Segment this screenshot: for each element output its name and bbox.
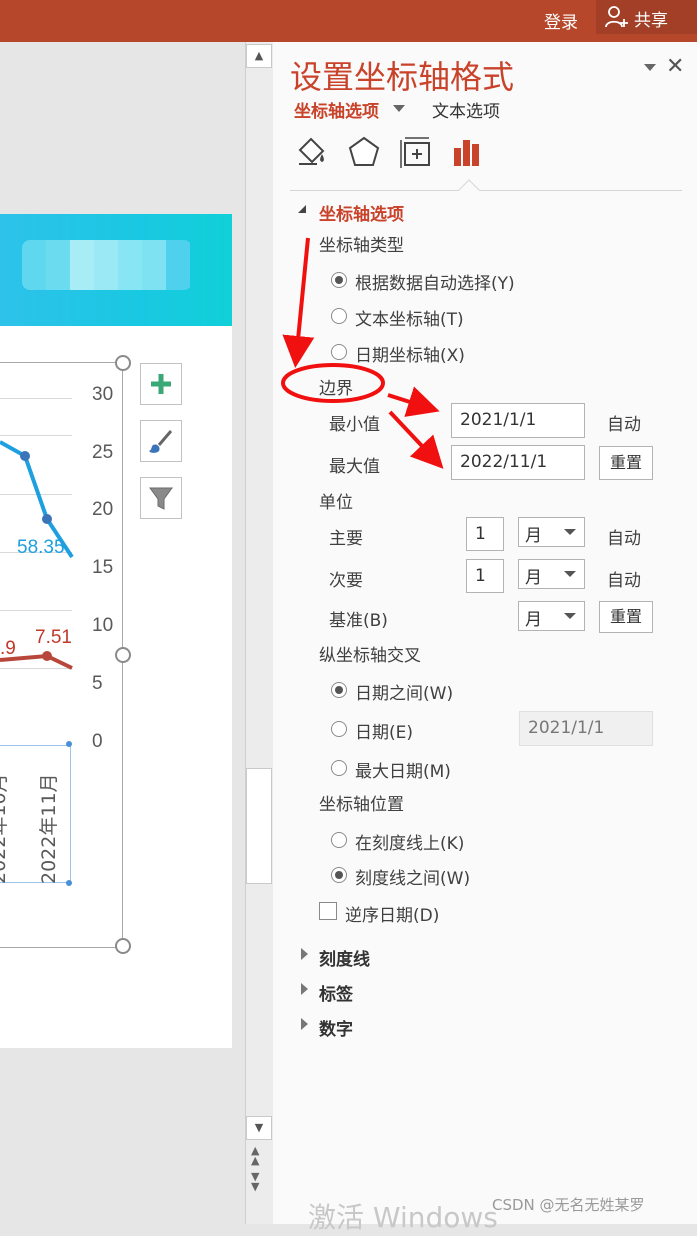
units-label: 单位 bbox=[319, 493, 353, 513]
effects-pentagon-icon[interactable] bbox=[346, 134, 382, 170]
next-slide-icon[interactable]: ▼ ▼ bbox=[251, 1171, 259, 1192]
y-tick: 5 bbox=[92, 673, 103, 694]
max-reset-button[interactable]: 重置 bbox=[599, 446, 653, 480]
chart-filters-button[interactable] bbox=[140, 477, 182, 519]
radio-max-date[interactable] bbox=[331, 760, 347, 776]
section-tick-marks[interactable]: 刻度线 bbox=[319, 945, 370, 970]
major-unit-select[interactable]: 月 bbox=[518, 517, 585, 547]
minor-label: 次要 bbox=[329, 571, 363, 591]
selection-handle[interactable] bbox=[66, 880, 72, 886]
axis-options-bar-chart-icon[interactable] bbox=[450, 134, 486, 170]
reverse-dates-checkbox[interactable] bbox=[319, 902, 337, 920]
radio-at-date[interactable] bbox=[331, 721, 347, 737]
minor-unit-input[interactable]: 1 bbox=[466, 559, 504, 593]
expand-icon[interactable] bbox=[301, 948, 308, 960]
major-unit-input[interactable]: 1 bbox=[466, 517, 504, 551]
base-unit-label: 基准(B) bbox=[329, 611, 388, 631]
chart-styles-button[interactable] bbox=[140, 420, 182, 462]
y-tick: 15 bbox=[92, 557, 114, 578]
radio-on-tick-marks[interactable] bbox=[331, 832, 347, 848]
major-auto-label: 自动 bbox=[607, 529, 641, 549]
radio-at-date-label[interactable]: 日期(E) bbox=[355, 718, 413, 743]
y-tick: 20 bbox=[92, 499, 114, 520]
tab-divider bbox=[290, 190, 682, 191]
blue-series-point bbox=[20, 451, 30, 461]
red-annotation-marks bbox=[281, 237, 444, 469]
tab-text-options[interactable]: 文本选项 bbox=[432, 97, 500, 122]
activate-windows-watermark: 激活 Windows bbox=[308, 1201, 498, 1234]
blurred-logo-image bbox=[22, 240, 192, 290]
title-bar: 登录 共享 bbox=[0, 0, 697, 42]
expand-icon[interactable] bbox=[301, 1018, 308, 1030]
axis-position-label: 坐标轴位置 bbox=[319, 795, 404, 815]
csdn-watermark: CSDN @无名无姓某罗 bbox=[492, 1196, 645, 1214]
login-link[interactable]: 登录 bbox=[544, 8, 578, 33]
radio-between-tick-marks-label[interactable]: 刻度线之间(W) bbox=[355, 864, 470, 889]
data-label-red-partial: .9 bbox=[0, 638, 16, 659]
major-label: 主要 bbox=[329, 529, 363, 549]
min-bound-input[interactable]: 2021/1/1 bbox=[451, 403, 585, 438]
minor-auto-label: 自动 bbox=[607, 571, 641, 591]
radio-max-date-label[interactable]: 最大日期(M) bbox=[355, 757, 451, 782]
fill-line-icon[interactable] bbox=[294, 134, 330, 170]
funnel-icon bbox=[149, 487, 173, 510]
section-labels[interactable]: 标签 bbox=[319, 980, 353, 1005]
base-reset-button[interactable]: 重置 bbox=[599, 601, 653, 633]
pane-title: 设置坐标轴格式 bbox=[290, 58, 515, 96]
section-expanded-icon[interactable] bbox=[298, 205, 306, 213]
min-auto-label: 自动 bbox=[607, 415, 641, 435]
max-bound-input[interactable]: 2022/11/1 bbox=[451, 445, 585, 480]
x-tick-label: 2022年11月 bbox=[38, 773, 60, 884]
tab-axis-options[interactable]: 坐标轴选项 bbox=[294, 97, 379, 122]
data-label-red: 7.51 bbox=[35, 627, 72, 648]
active-tab-pointer bbox=[458, 179, 480, 191]
previous-slide-icon[interactable]: ▲ ▲ bbox=[251, 1145, 259, 1166]
vertical-axis-crosses-label: 纵坐标轴交叉 bbox=[319, 646, 421, 666]
radio-between-dates[interactable] bbox=[331, 682, 347, 698]
y-tick: 0 bbox=[92, 731, 103, 752]
chevron-down-icon[interactable] bbox=[393, 105, 405, 112]
expand-icon[interactable] bbox=[301, 983, 308, 995]
x-tick-label-partial: 2022年10月 bbox=[0, 773, 10, 884]
radio-on-tick-marks-label[interactable]: 在刻度线上(K) bbox=[355, 829, 464, 854]
reverse-dates-label[interactable]: 逆序日期(D) bbox=[345, 901, 439, 926]
brush-icon bbox=[149, 430, 173, 453]
close-icon[interactable]: ✕ bbox=[666, 54, 684, 79]
y-tick: 30 bbox=[92, 384, 114, 405]
resize-handle-bottom-right[interactable] bbox=[115, 938, 131, 954]
minor-unit-select[interactable]: 月 bbox=[518, 559, 585, 589]
chart-elements-button[interactable] bbox=[140, 363, 182, 405]
scroll-down-button[interactable]: ▼ bbox=[246, 1116, 272, 1140]
scroll-up-button[interactable]: ▲ bbox=[246, 44, 272, 68]
section-number[interactable]: 数字 bbox=[319, 1015, 353, 1040]
scroll-thumb[interactable] bbox=[246, 768, 272, 884]
radio-between-dates-label[interactable]: 日期之间(W) bbox=[355, 679, 453, 704]
share-label: 共享 bbox=[634, 11, 668, 31]
share-button[interactable]: 共享 bbox=[596, 0, 697, 34]
plus-icon bbox=[151, 374, 171, 394]
red-series-point bbox=[42, 651, 52, 661]
pane-options-chevron-icon[interactable] bbox=[644, 64, 656, 71]
radio-between-tick-marks[interactable] bbox=[331, 867, 347, 883]
person-add-icon bbox=[605, 6, 628, 28]
y-tick: 10 bbox=[92, 615, 114, 636]
cross-date-input: 2021/1/1 bbox=[519, 711, 653, 746]
size-properties-icon[interactable] bbox=[398, 134, 434, 170]
data-label-blue: 58.35 bbox=[17, 537, 65, 558]
selection-handle[interactable] bbox=[66, 741, 72, 747]
base-unit-select[interactable]: 月 bbox=[518, 601, 585, 631]
blue-series-point bbox=[42, 514, 52, 524]
y-tick: 25 bbox=[92, 442, 114, 463]
